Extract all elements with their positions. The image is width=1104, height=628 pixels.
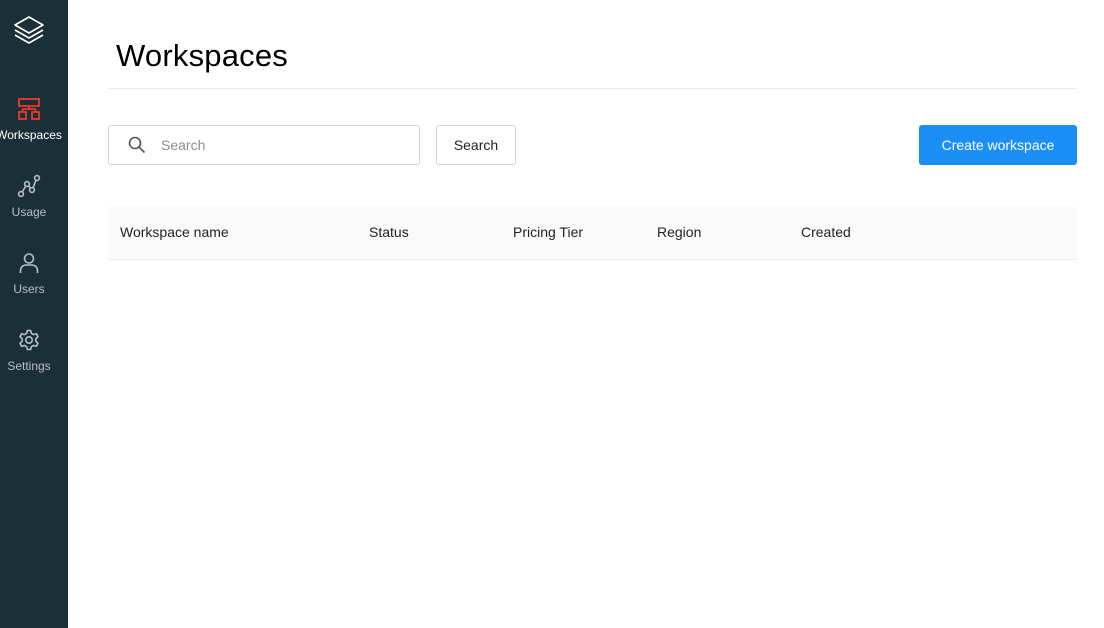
column-header-workspace-name[interactable]: Workspace name [120,224,229,240]
column-header-created[interactable]: Created [801,224,851,240]
main-content: Workspaces Search Create workspace Works… [108,0,1077,628]
search-icon [128,136,146,154]
stacked-layers-icon[interactable] [12,14,46,50]
sidebar-item-settings[interactable]: Settings [0,328,68,392]
sidebar-item-label: Users [13,282,45,296]
sidebar-item-label: Workspaces [0,128,62,142]
sidebar-item-label: Usage [11,205,47,219]
column-header-pricing-tier[interactable]: Pricing Tier [513,224,583,240]
search-input[interactable] [161,126,411,164]
column-header-status[interactable]: Status [369,224,409,240]
sidebar-item-users[interactable]: Users [0,251,68,315]
column-header-region[interactable]: Region [657,224,701,240]
search-button[interactable]: Search [436,125,516,165]
usage-graph-icon [17,174,41,198]
sidebar: Workspaces Usage Users Settings [0,0,68,628]
user-icon [17,251,41,275]
sidebar-item-workspaces[interactable]: Workspaces [0,97,68,161]
page-title: Workspaces [116,38,288,73]
sidebar-item-usage[interactable]: Usage [0,174,68,238]
workspaces-table-header: Workspace name Status Pricing Tier Regio… [108,207,1077,260]
sidebar-item-label: Settings [7,359,51,373]
workspaces-hierarchy-icon [17,97,41,121]
app-root: Workspaces Usage Users Settings Workspac… [0,0,1104,628]
search-box [108,125,420,165]
create-workspace-button[interactable]: Create workspace [919,125,1077,165]
title-divider [108,88,1077,89]
gear-icon [17,328,41,352]
